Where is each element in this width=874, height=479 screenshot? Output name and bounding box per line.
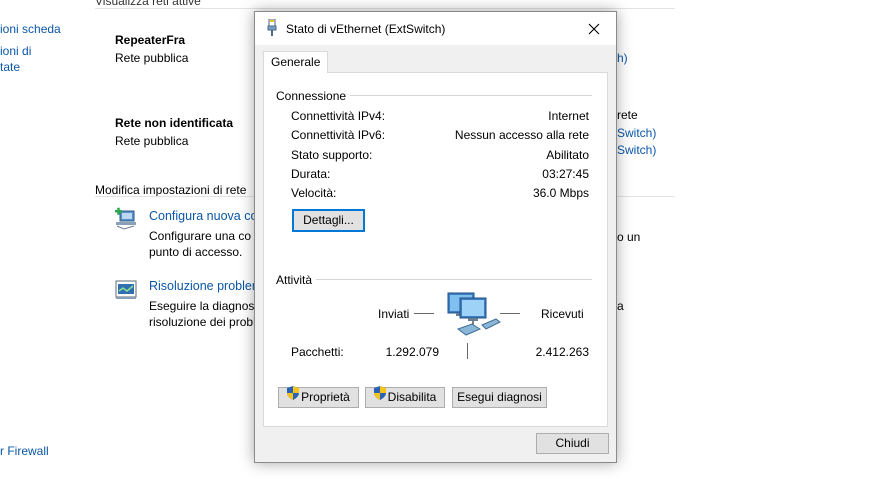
uac-shield-icon [287, 386, 300, 406]
active-networks-heading: Visualizza reti attive [95, 0, 201, 8]
sidebar-link-options-line2[interactable]: tate [0, 60, 20, 74]
ipv4-label: Connettività IPv4: [291, 109, 386, 123]
network-type: Rete pubblica [115, 134, 189, 148]
packets-received-value: 2.412.263 [535, 345, 589, 359]
troubleshoot-icon [114, 279, 138, 304]
received-line [500, 313, 520, 314]
speed-value: 36.0 Mbps [532, 186, 589, 200]
modify-settings-heading: Modifica impostazioni di rete [95, 183, 247, 197]
properties-button[interactable]: Proprietà [278, 386, 359, 408]
properties-button-label: Proprietà [301, 390, 350, 404]
task-description: risoluzione dei probl [149, 315, 256, 329]
disable-button-label: Disabilita [387, 390, 437, 404]
media-state-label: Stato supporto: [291, 148, 373, 162]
packets-label: Pacchetti: [291, 345, 344, 359]
tab-general[interactable]: Generale [263, 51, 329, 73]
details-button[interactable]: Dettagli... [292, 209, 365, 232]
duration-label: Durata: [291, 167, 331, 181]
network-adapter-icon [265, 18, 279, 40]
diagnose-button[interactable]: Esegui diagnosi [452, 387, 547, 408]
dialog-titlebar[interactable]: Stato di vEthernet (ExtSwitch) [255, 12, 616, 45]
network-type: Rete pubblica [115, 51, 189, 65]
task-description: Eseguire la diagnosi [149, 299, 258, 313]
close-icon [588, 23, 600, 34]
divider [95, 8, 675, 9]
received-label: Ricevuti [541, 307, 584, 321]
close-button[interactable]: Chiudi [536, 433, 609, 454]
uac-shield-icon [373, 386, 386, 406]
right-text-fragment: a [617, 299, 624, 313]
speed-label: Velocità: [291, 186, 337, 200]
task-description: punto di accesso. [149, 245, 243, 259]
connection-group-title: Connessione [276, 89, 351, 103]
new-connection-icon [114, 207, 138, 234]
sent-label: Inviati [378, 307, 410, 321]
connection-link-fragment[interactable]: h) [617, 51, 628, 65]
sent-line [414, 313, 434, 314]
task-link-troubleshoot[interactable]: Risoluzione problem [149, 279, 262, 293]
group-divider [324, 95, 592, 96]
general-panel: Connessione Connettività IPv4: Internet … [263, 72, 608, 427]
activity-group-title: Attività [276, 273, 317, 287]
packets-sent-value: 1.292.079 [385, 345, 439, 359]
connection-link-fragment[interactable]: Switch) [617, 126, 656, 140]
right-text-fragment: o un [617, 230, 641, 244]
close-window-button[interactable] [572, 12, 616, 45]
right-text-fragment: rete [617, 108, 638, 122]
duration-value: 03:27:45 [542, 167, 589, 181]
task-link-new-connection[interactable]: Configura nuova co [149, 209, 257, 223]
network-activity-icon [442, 291, 502, 342]
ipv6-label: Connettività IPv6: [291, 128, 386, 142]
packets-separator [467, 343, 468, 359]
network-name: RepeaterFra [115, 33, 186, 47]
sidebar-link-options-line1[interactable]: ioni di [0, 44, 31, 58]
task-description: Configurare una co [149, 229, 252, 243]
sidebar-link-change-adapter[interactable]: ioni scheda [0, 22, 61, 36]
dialog-title: Stato di vEthernet (ExtSwitch) [286, 22, 446, 36]
connection-link-fragment[interactable]: Switch) [617, 143, 656, 157]
disable-button[interactable]: Disabilita [365, 386, 445, 408]
sidebar-link-firewall[interactable]: r Firewall [0, 444, 49, 458]
group-divider [316, 279, 592, 280]
ipv6-value: Nessun accesso alla rete [454, 128, 589, 142]
media-state-value: Abilitato [546, 148, 589, 162]
network-name: Rete non identificata [115, 116, 234, 130]
ipv4-value: Internet [548, 109, 589, 123]
status-dialog: Stato di vEthernet (ExtSwitch) Generale … [254, 11, 617, 463]
